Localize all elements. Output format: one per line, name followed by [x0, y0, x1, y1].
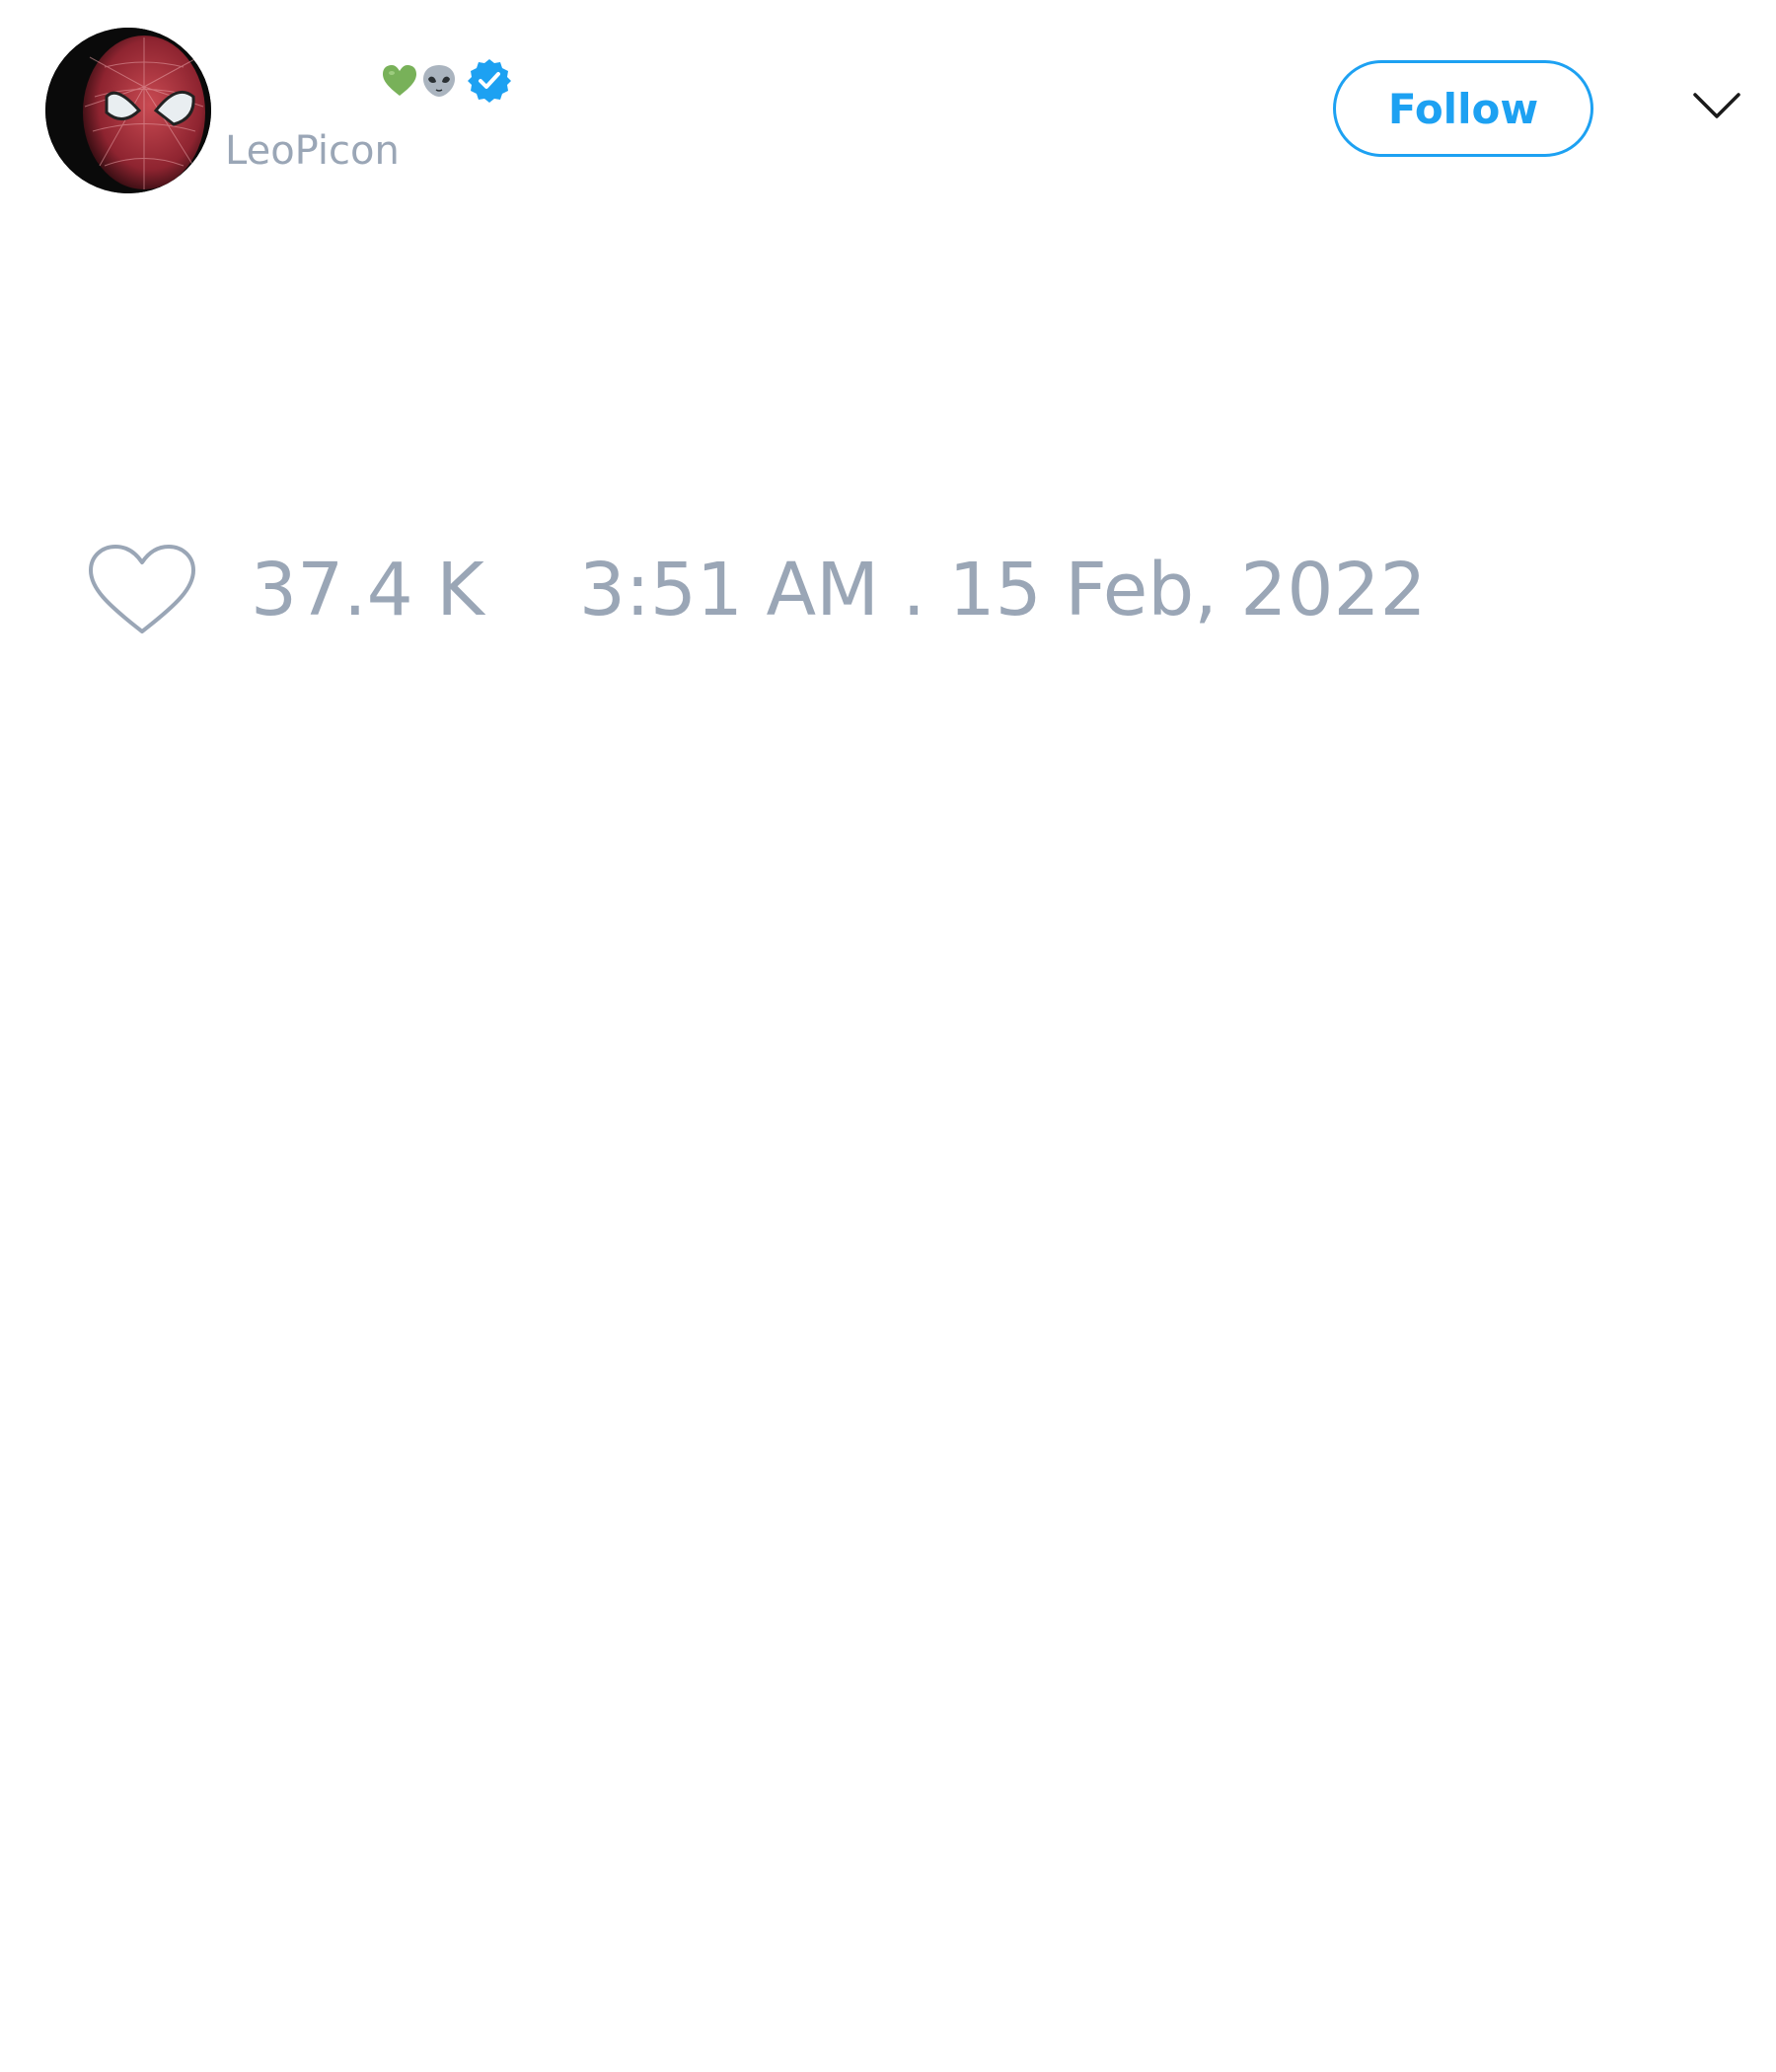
display-name-row [381, 57, 513, 105]
like-heart-icon[interactable] [87, 543, 197, 637]
like-count: 37.4 K [251, 548, 484, 632]
tweet-card: LeoPicon Follow 37.4 K 3:51 AM . 15 Feb,… [0, 0, 1776, 2072]
tweet-timestamp[interactable]: 3:51 AM . 15 Feb, 2022 [579, 548, 1427, 632]
alien-icon [420, 62, 458, 100]
author-handle[interactable]: LeoPicon [225, 126, 400, 176]
verified-badge-icon [466, 57, 513, 105]
chevron-down-icon[interactable] [1693, 91, 1740, 120]
green-heart-icon [381, 62, 418, 100]
avatar[interactable] [45, 28, 211, 193]
tweet-meta-row: 37.4 K 3:51 AM . 15 Feb, 2022 [87, 541, 1427, 639]
follow-button[interactable]: Follow [1333, 60, 1593, 157]
